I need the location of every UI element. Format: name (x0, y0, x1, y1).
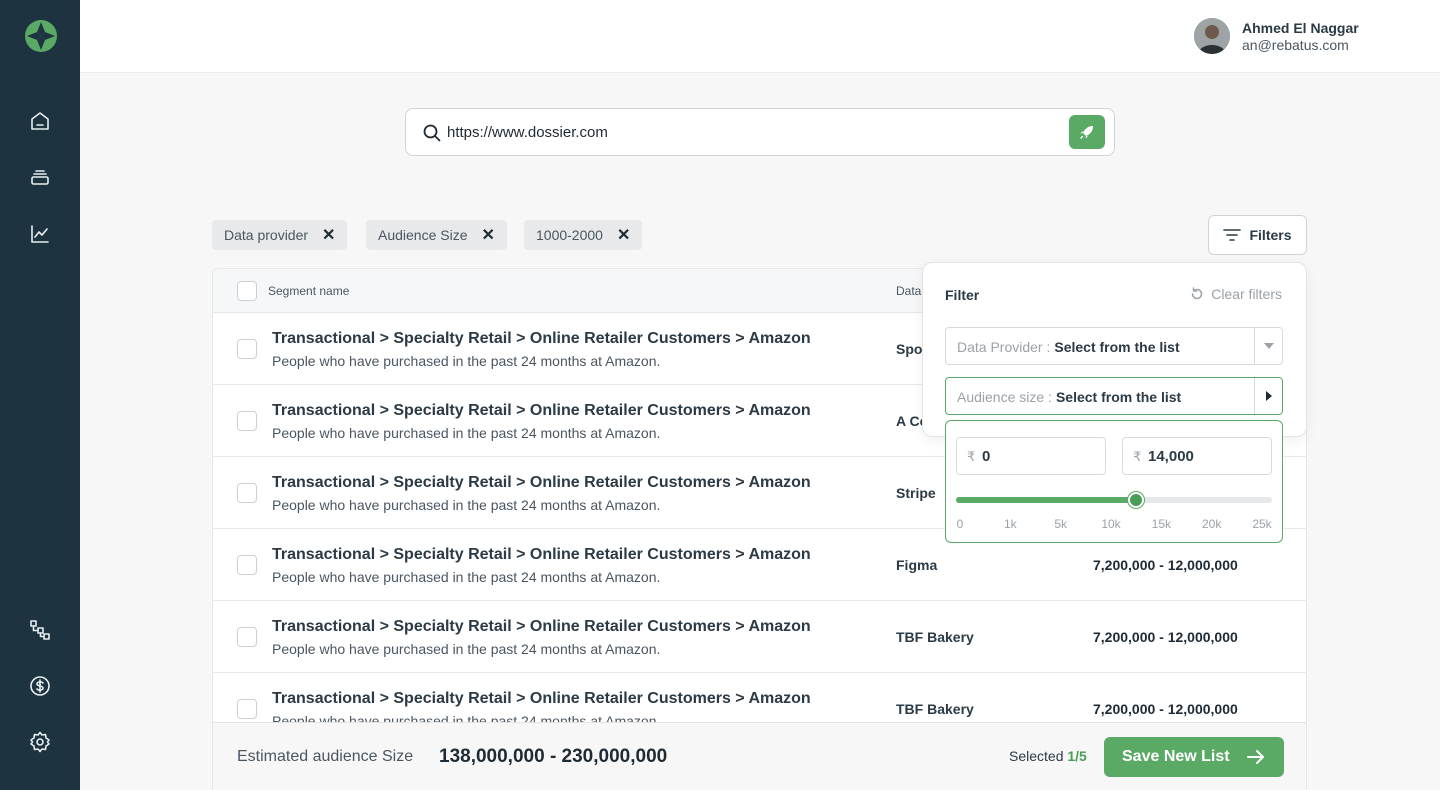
layers-icon[interactable] (26, 163, 54, 191)
range-tick-label: 25k (1252, 517, 1272, 531)
row-checkbox[interactable] (237, 699, 257, 719)
filters-button[interactable]: Filters (1208, 215, 1307, 255)
top-header: Ahmed El Naggar an@rebatus.com (80, 0, 1440, 73)
range-slider-handle[interactable] (1128, 492, 1144, 508)
range-tick-label: 0 (956, 517, 964, 531)
close-icon[interactable]: ✕ (482, 225, 495, 245)
data-provider-select[interactable]: Data Provider : Select from the list (945, 327, 1283, 365)
settings-icon[interactable] (26, 728, 54, 756)
segment-description: People who have purchased in the past 24… (272, 497, 661, 513)
close-icon[interactable]: ✕ (322, 225, 335, 245)
footer-bar: Estimated audience Size 138,000,000 - 23… (212, 722, 1307, 790)
audience-size-label: Audience size : (957, 389, 1052, 405)
segment-title: Transactional > Specialty Retail > Onlin… (272, 474, 811, 491)
chip-label: Data provider (224, 227, 309, 243)
save-button-label: Save New List (1122, 748, 1230, 765)
row-checkbox[interactable] (237, 555, 257, 575)
range-slider-fill (956, 497, 1136, 503)
selected-value: 1/5 (1067, 748, 1087, 764)
user-name: Ahmed El Naggar (1242, 20, 1359, 36)
chip-label: 1000-2000 (536, 227, 603, 243)
range-tick-label: 20k (1201, 517, 1222, 531)
selected-label: Selected (1009, 748, 1064, 764)
segment-size: 7,200,000 - 12,000,000 (1093, 557, 1238, 573)
data-provider-label: Data Provider : (957, 339, 1051, 355)
save-new-list-button[interactable]: Save New List (1104, 737, 1284, 777)
chart-icon[interactable] (26, 220, 54, 248)
user-email: an@rebatus.com (1242, 37, 1349, 53)
range-min-field[interactable]: ₹ (956, 437, 1106, 475)
column-header-provider: Data (896, 284, 922, 298)
selected-count: Selected 1/5 (1009, 748, 1087, 764)
select-all-checkbox[interactable] (237, 281, 257, 301)
audience-size-value: Select from the list (1055, 389, 1182, 405)
chip-label: Audience Size (378, 227, 468, 243)
segment-title: Transactional > Specialty Retail > Onlin… (272, 618, 811, 635)
search-bar (405, 108, 1115, 156)
segment-description: People who have purchased in the past 24… (272, 425, 661, 441)
filter-panel: Filter Clear filters Data Provider : Sele… (922, 262, 1307, 437)
clear-filters-button[interactable]: Clear filters (1189, 286, 1282, 302)
clear-filters-label: Clear filters (1211, 286, 1282, 302)
segment-title: Transactional > Specialty Retail > Onlin… (272, 546, 811, 563)
data-provider-value: Select from the list (1054, 339, 1180, 355)
segment-provider: Figma (896, 557, 938, 573)
filter-chip-data-provider: Data provider ✕ (212, 220, 348, 250)
currency-symbol: ₹ (967, 449, 976, 464)
filter-lines-icon (1223, 229, 1242, 241)
search-icon (423, 124, 441, 142)
row-checkbox[interactable] (237, 483, 257, 503)
segment-description: People who have purchased in the past 24… (272, 353, 661, 369)
row-checkbox[interactable] (237, 411, 257, 431)
segment-provider: Stripe (896, 485, 936, 501)
chevron-down-icon (1254, 328, 1282, 364)
arrow-right-icon (1247, 750, 1264, 764)
segment-provider: TBF Bakery (896, 629, 974, 645)
segment-size: 7,200,000 - 12,000,000 (1093, 701, 1238, 717)
chevron-right-icon (1254, 378, 1282, 414)
filters-button-label: Filters (1249, 227, 1292, 243)
launch-search-button[interactable] (1069, 115, 1105, 149)
range-min-input[interactable] (982, 448, 1092, 465)
estimated-size-value: 138,000,000 - 230,000,000 (439, 746, 668, 767)
range-tick-label: 5k (1054, 517, 1067, 531)
home-icon[interactable] (26, 107, 54, 135)
row-checkbox[interactable] (237, 339, 257, 359)
audience-range-popover: ₹ ₹ 0 1k 5k 10k 15k 20k 25k (945, 420, 1283, 543)
estimated-size-label: Estimated audience Size (237, 748, 414, 765)
brand-logo (25, 20, 57, 52)
audience-size-select[interactable]: Audience size : Select from the list (945, 377, 1283, 415)
filter-chip-audience-size: Audience Size ✕ (366, 220, 507, 250)
rocket-icon (1080, 126, 1093, 139)
reset-icon (1191, 287, 1203, 300)
currency-symbol: ₹ (1133, 449, 1142, 464)
search-input[interactable] (447, 119, 1047, 145)
segment-provider: Spo (896, 341, 923, 357)
hierarchy-icon[interactable] (26, 616, 54, 644)
avatar[interactable] (1194, 18, 1230, 54)
row-checkbox[interactable] (237, 627, 257, 647)
segment-provider: TBF Bakery (896, 701, 974, 717)
range-tick-label: 15k (1151, 517, 1172, 531)
range-tick-label: 10k (1101, 517, 1121, 531)
sidebar (0, 0, 80, 790)
segment-description: People who have purchased in the past 24… (272, 569, 661, 585)
range-max-field[interactable]: ₹ (1122, 437, 1272, 475)
range-tick-label: 1k (1003, 517, 1017, 531)
segment-title: Transactional > Specialty Retail > Onlin… (272, 690, 811, 707)
range-max-input[interactable] (1148, 448, 1258, 465)
column-header-segment: Segment name (268, 284, 350, 298)
segment-title: Transactional > Specialty Retail > Onlin… (272, 330, 811, 347)
filter-panel-title: Filter (945, 287, 980, 303)
range-slider-track[interactable] (956, 492, 1272, 508)
table-row[interactable]: Transactional > Specialty Retail > Onlin… (213, 601, 1306, 673)
dollar-icon[interactable] (26, 672, 54, 700)
close-icon[interactable]: ✕ (617, 225, 630, 245)
segment-description: People who have purchased in the past 24… (272, 641, 661, 657)
segment-title: Transactional > Specialty Retail > Onlin… (272, 402, 811, 419)
filter-chip-range: 1000-2000 ✕ (524, 220, 643, 250)
segment-size: 7,200,000 - 12,000,000 (1093, 629, 1238, 645)
